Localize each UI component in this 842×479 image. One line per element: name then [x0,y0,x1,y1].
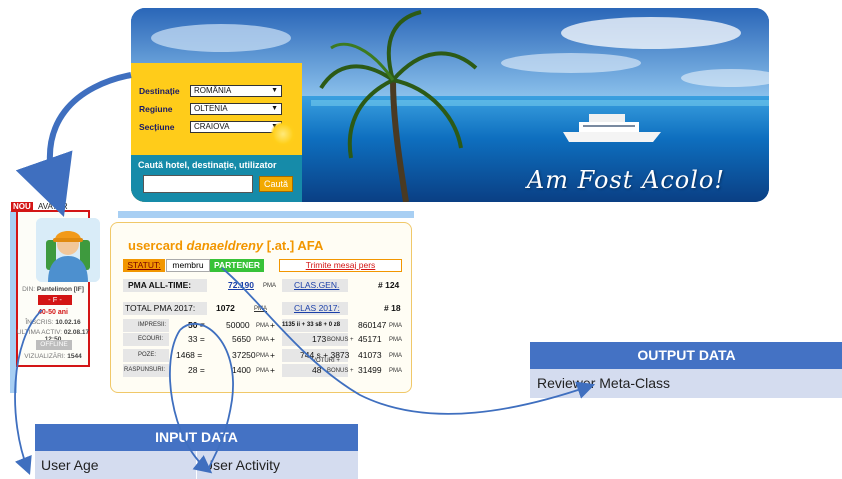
select-label: Regiune [139,103,173,114]
row-pma: 1400 [232,365,251,375]
row-pma: 5650 [232,334,251,344]
row-detail: 173 [312,334,327,344]
new-tag: NOU [11,202,33,212]
views-value: 1544 [67,353,82,360]
banner-title: Am Fost Acolo! [526,166,725,194]
row-label: ECOURI: [138,336,164,342]
select-row-destination: Destinație ROMÂNIA ▼ [139,84,282,97]
pma-unit: PMA [263,283,277,289]
region-select[interactable]: OLTENIA ▼ [190,102,282,115]
select-value: OLTENIA [194,103,228,113]
section-select[interactable]: CRAIOVA▼ [190,120,282,133]
search-button[interactable]: Caută [259,176,293,192]
row-plus: + [270,365,275,375]
row-pma-unit: PMA [256,368,270,374]
row-label: IMPRESII: [138,322,167,328]
statut-value: membru [166,259,210,272]
views-line: VIZUALIZĂRI: 1544 [16,353,90,360]
pma-alltime-value[interactable]: 72.190 [228,279,254,292]
title-suffix: [.at.] AFA [266,238,324,253]
row-pma-unit: PMA [256,337,270,343]
row-detail: 1135 ii + 33 s8 + 0 z8 [282,322,341,328]
row-plus: + [270,350,275,360]
row-label: RASPUNSURI: [124,367,166,373]
input-cell-activity: User Activity [197,451,358,479]
status-badge: OFFLINE [36,340,72,350]
select-row-region: Regiune OLTENIA ▼ [139,102,282,115]
output-cell-meta-class: Reviewer Meta-Class [530,369,842,398]
select-label: Secțiune [139,121,175,132]
row-detail: 48 [312,365,322,375]
avatar-tag: AVATAR [38,202,68,211]
total-label: TOTAL PMA 2017: [125,303,196,313]
row-right-unit: PMA [389,337,403,343]
age-value: 40-50 ani [38,309,68,316]
row-pma: 37250 [232,350,256,360]
row-count: 28 = [188,365,205,375]
location-value: Pantelimon [IF] [36,286,84,293]
row-plus: + [270,334,275,344]
row-count: 33 = [188,334,205,344]
row-pma: 50000 [226,320,250,330]
clas-gen-link[interactable]: CLAS.GEN. [294,279,339,292]
clas-year-link[interactable]: CLAS 2017: [294,302,340,315]
destination-select[interactable]: ROMÂNIA ▼ [190,84,282,97]
card-top-bar [118,211,414,218]
location-line: DIN: Pantelimon [IF] [16,286,90,293]
output-data-header: OUTPUT DATA [530,342,842,369]
input-data-header: INPUT DATA [35,424,358,451]
total-unit: PMA [254,306,268,312]
row-right: 31499 [358,365,382,375]
total-value: 1072 [216,303,235,313]
input-cell-age: User Age [35,451,196,479]
row-right-unit: PMA [389,323,403,329]
clas-year-value: # 18 [384,303,401,313]
arrow-banner-to-avatar [15,72,132,217]
views-label: VIZUALIZĂRI: [24,353,66,360]
registered-value: 10.02.16 [55,319,81,326]
row-pma-unit: PMA [256,353,270,359]
search-caption: Caută hotel, destinație, utilizator [138,160,277,170]
row-detail-unit: BONUS + [327,368,354,374]
traveler-avatar-icon [36,218,100,282]
row-right: 45171 [358,334,382,344]
row-right-unit: PMA [389,353,403,359]
select-row-section: Secțiune CRAIOVA▼ [139,120,282,133]
select-value: ROMÂNIA [194,85,232,95]
row-count: 1468 = [176,350,203,360]
usercard-title: usercard danaeldreny [.at.] AFA [128,238,323,253]
registered-label: ÎNSCRIS: [25,319,54,326]
statut-label: STATUT: [123,259,165,272]
diagram-stage: Am Fost Acolo! Destinație ROMÂNIA ▼ Regiu… [0,0,842,479]
chevron-down-icon: ▼ [271,86,278,94]
sun-icon [270,121,296,147]
avatar[interactable] [36,218,100,282]
partner-badge: PARTENER [210,259,264,272]
send-message-button[interactable]: Trimite mesaj pers [279,259,402,272]
pma-alltime-label: PMA ALL-TIME: [128,280,192,290]
location-prefix: DIN: [22,286,36,293]
row-plus: + [270,320,275,330]
registered-line: ÎNSCRIS: 10.02.16 [16,319,90,326]
row-right-unit: PMA [389,368,403,374]
select-value: CRAIOVA [194,121,230,131]
chevron-down-icon: ▼ [271,104,278,112]
row-label: POZE: [138,352,157,358]
clas-gen-value: # 124 [378,280,400,290]
row-pma-unit: PMA [256,323,270,329]
last-activity-label: ULTIMA ACTIV: [16,329,63,336]
row-right: 860147 [358,320,387,330]
row-right: 41073 [358,350,382,360]
title-prefix: usercard [128,238,183,253]
search-input[interactable] [143,175,253,193]
row-count: 50 = [188,320,205,330]
gender-badge: - F - [38,295,72,305]
row-detail-unit: BONUS + [327,337,354,343]
username: danaeldreny [186,238,264,253]
select-label: Destinație [139,85,180,96]
